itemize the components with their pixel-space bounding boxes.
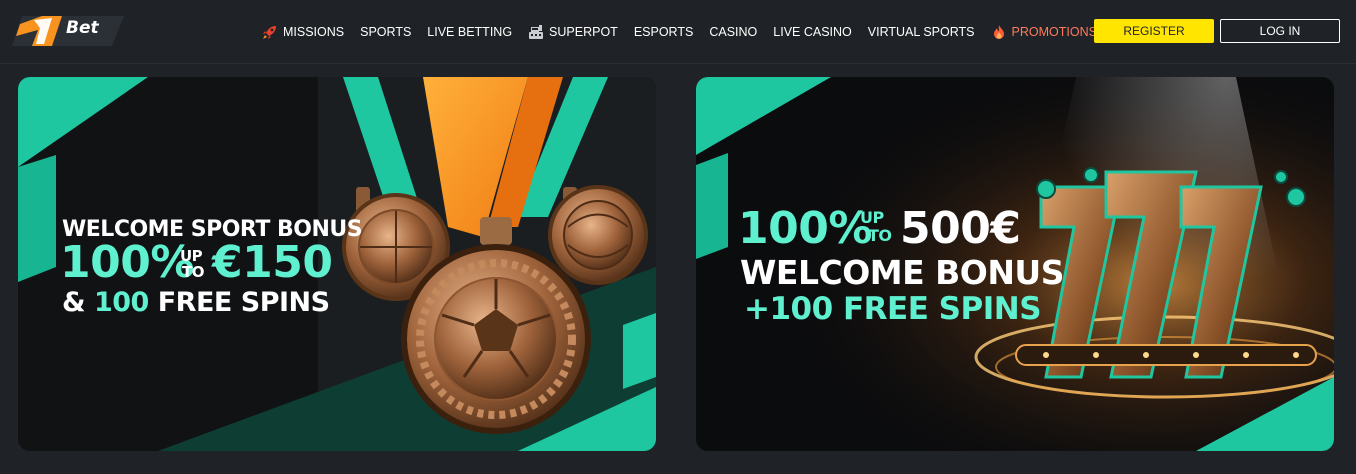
login-button[interactable]: LOG IN — [1220, 19, 1340, 43]
nav-label-promotions: PROMOTIONS — [1011, 25, 1097, 39]
fire-icon — [993, 25, 1004, 39]
casino-banner-percent: 100% — [738, 203, 872, 254]
top-navigation-bar: Bet MISSIONS SPORTS LIVE BETTING SUPERPO… — [0, 0, 1356, 64]
nav-label-esports: ESPORTS — [633, 25, 694, 39]
nav-label-live-casino: LIVE CASINO — [773, 25, 852, 39]
nav-item-live-casino[interactable]: LIVE CASINO — [773, 25, 852, 39]
casino-banner-amount: 500€ — [900, 203, 1021, 254]
nav-item-sports[interactable]: SPORTS — [360, 25, 411, 39]
sport-banner-amount: €150 — [212, 237, 333, 288]
nav-label-missions: MISSIONS — [283, 25, 345, 39]
nav-item-missions[interactable]: MISSIONS — [262, 24, 344, 40]
nav-item-superpot[interactable]: SUPERPOT — [528, 24, 618, 40]
nav-label-casino: CASINO — [709, 25, 758, 39]
nav-label-live-betting: LIVE BETTING — [427, 25, 513, 39]
nav-label-virtual-sports: VIRTUAL SPORTS — [867, 25, 975, 39]
nav-item-casino[interactable]: CASINO — [709, 25, 757, 39]
nav-item-live-betting[interactable]: LIVE BETTING — [427, 25, 512, 39]
casino-banner-up-to: UP TO — [860, 209, 892, 245]
main-nav: MISSIONS SPORTS LIVE BETTING SUPERPOT ES… — [262, 0, 1097, 64]
nav-item-promotions[interactable]: PROMOTIONS — [991, 24, 1097, 40]
sport-bonus-banner[interactable]: WELCOME SPORT BONUS 100% UP TO €150 & 10… — [18, 77, 656, 451]
nav-item-virtual-sports[interactable]: VIRTUAL SPORTS — [868, 25, 975, 39]
casino-banner-to: TO — [868, 226, 892, 245]
sport-banner-spins-count: 100 — [93, 287, 149, 318]
casino-banner-up: UP — [860, 208, 884, 227]
sport-banner-percent: 100% — [60, 237, 194, 288]
sport-banner-to: TO — [182, 263, 204, 281]
nav-label-superpot: SUPERPOT — [549, 25, 618, 39]
rocket-icon — [263, 26, 276, 39]
sport-banner-up-to: UP TO — [180, 248, 204, 280]
casino-banner-title: WELCOME BONUS — [740, 253, 1065, 292]
sport-banner-ampersand: & — [62, 287, 86, 318]
register-button[interactable]: REGISTER — [1094, 19, 1214, 43]
casino-bonus-banner[interactable]: 100% UP TO 500€ WELCOME BONUS +100 FREE … — [696, 77, 1334, 451]
brand-logo-text: Bet — [66, 18, 99, 38]
sport-banner-spins-line: & 100 FREE SPINS — [62, 287, 330, 318]
nav-label-sports: SPORTS — [360, 25, 412, 39]
casino-banner-spins: +100 FREE SPINS — [744, 291, 1042, 327]
sport-banner-spins-text: FREE SPINS — [157, 287, 330, 318]
cash-register-icon — [529, 25, 544, 39]
nav-item-esports[interactable]: ESPORTS — [634, 25, 694, 39]
